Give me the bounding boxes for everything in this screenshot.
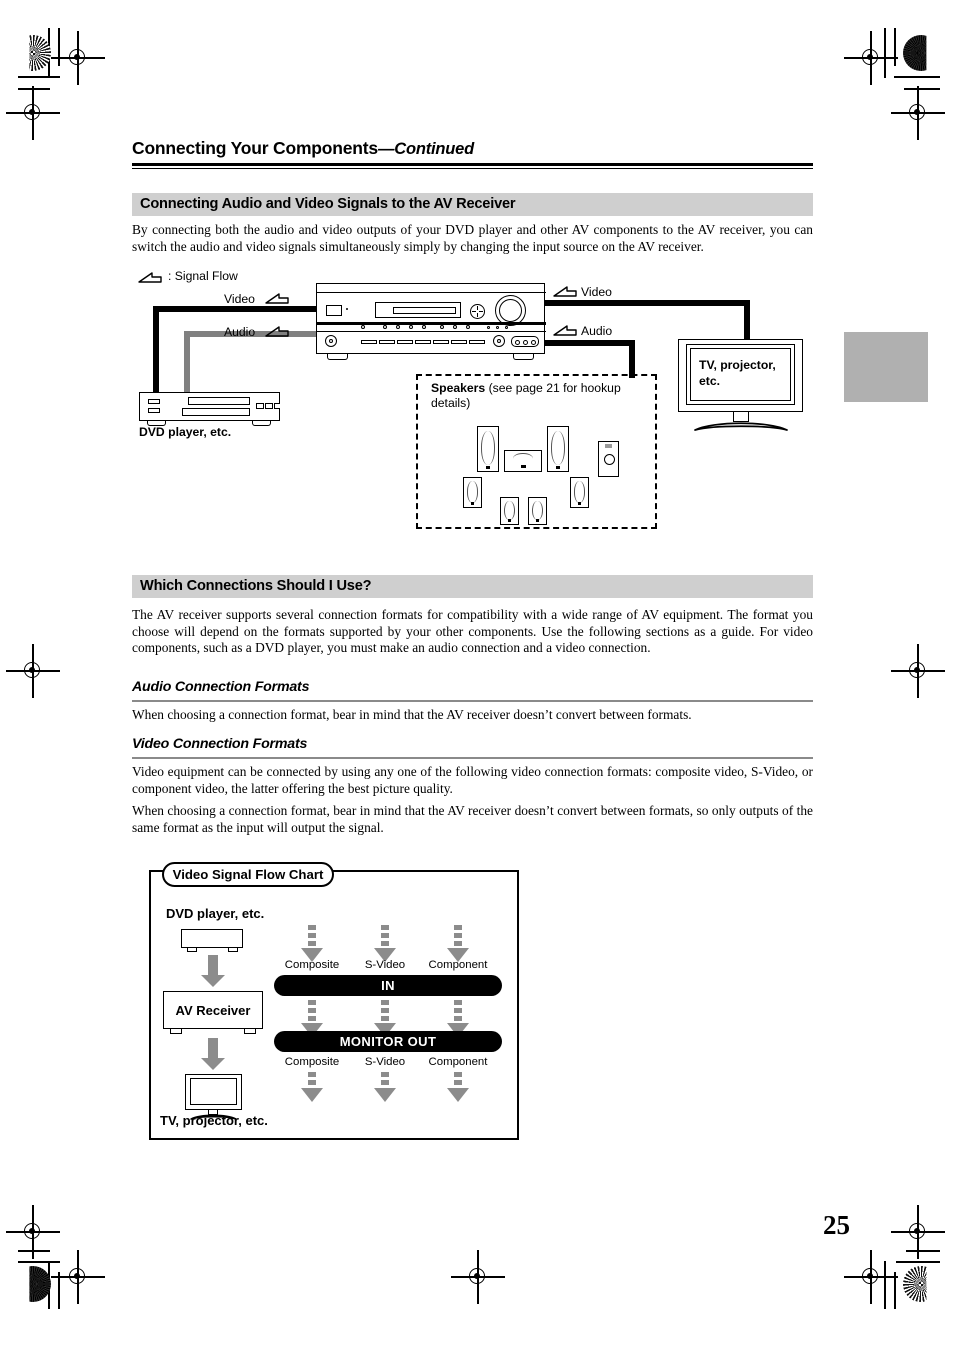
signal-flow-arrow-icon-audio-left — [265, 326, 289, 337]
page-number: 25 — [823, 1210, 850, 1240]
receiver-foot-right — [513, 353, 534, 360]
label-video-right: Video — [581, 285, 612, 299]
format-label-bottom-composite: Composite — [284, 1056, 340, 1068]
subwoofer — [598, 441, 619, 477]
video-cable-right-horizontal — [545, 300, 750, 306]
thumb-index-tab — [844, 332, 928, 402]
page-title-main: Connecting Your Components — [132, 138, 378, 158]
registration-mark-right-middle — [891, 644, 945, 698]
flow-chart-sink-label: TV, projector, etc. — [160, 1113, 268, 1128]
in-bar: IN — [274, 975, 502, 996]
subheading-audio-connection-formats: Audio Connection Formats — [132, 679, 310, 695]
signal-flow-arrow-icon-video-right — [553, 286, 577, 297]
flow-arrow-in-svideo — [374, 925, 396, 962]
tv-stand-base — [694, 422, 788, 431]
format-label-top-component: Component — [428, 959, 488, 971]
flow-chart-receiver-foot-right — [244, 1028, 256, 1034]
flow-chart-source-label: DVD player, etc. — [166, 906, 265, 921]
speaker-surround-left — [463, 477, 482, 508]
speaker-surround-right — [570, 477, 589, 508]
receiver-foot-left — [327, 353, 348, 360]
page-title-continued: —Continued — [377, 140, 475, 158]
audio-connection-text: When choosing a connection format, bear … — [132, 707, 692, 722]
registration-mark-top-right — [844, 31, 898, 85]
audio-cable-right-horizontal — [545, 340, 635, 346]
flow-arrow-dvd-to-receiver — [201, 955, 225, 987]
section-heading-which-connections: Which Connections Should I Use? — [132, 575, 813, 598]
speakers-caption-bold: Speakers — [431, 381, 486, 395]
subheading-video-connection-formats: Video Connection Formats — [132, 736, 308, 752]
label-audio-left: Audio — [224, 325, 256, 339]
flow-arrow-in-composite — [301, 925, 323, 962]
section-heading-connecting-av: Connecting Audio and Video Signals to th… — [132, 193, 813, 216]
audio-cable-right-vertical — [629, 340, 635, 378]
format-label-bottom-svideo: S-Video — [364, 1056, 406, 1068]
label-video-left: Video — [224, 292, 255, 306]
receiver-jack-cluster — [511, 336, 539, 347]
flow-arrow-in-component — [447, 925, 469, 962]
format-label-bottom-component: Component — [428, 1056, 488, 1068]
speaker-surround-back-left — [500, 497, 519, 525]
flow-arrow-final-component — [447, 1072, 469, 1102]
flow-chart-receiver-label: AV Receiver — [175, 1003, 251, 1018]
receiver-display — [375, 302, 461, 318]
page-title: Connecting Your Components—Continued — [132, 138, 822, 159]
signal-flow-arrow-icon-legend — [138, 272, 162, 283]
dvd-player-label: DVD player, etc. — [139, 425, 232, 439]
video-cable-right-vertical — [744, 300, 750, 342]
av-receiver-illustration — [316, 283, 546, 354]
speakers-caption-note: (see page 21 for hookup — [485, 381, 621, 395]
flow-arrow-receiver-to-tv — [201, 1038, 225, 1070]
registration-mark-left-upper — [6, 86, 60, 140]
flow-chart-badge: Video Signal Flow Chart — [162, 862, 334, 887]
which-connections-paragraph: The AV receiver supports several connect… — [132, 607, 813, 655]
registration-mark-right-upper — [891, 86, 945, 140]
tv-label-line2: etc. — [699, 374, 721, 388]
section-av-paragraph: By connecting both the audio and video o… — [132, 222, 813, 254]
receiver-small-knob — [470, 304, 485, 319]
tv-label-line1: TV, projector, — [699, 358, 776, 372]
video-connection-text-2: When choosing a connection format, bear … — [132, 803, 813, 835]
speaker-surround-back-right — [528, 497, 547, 525]
flow-chart-dvd-foot-right — [228, 947, 238, 952]
signal-flow-arrow-icon-audio-right — [553, 325, 577, 336]
registration-mark-bottom-center — [451, 1250, 505, 1304]
registration-mark-bottom-right-upper — [891, 1205, 945, 1259]
receiver-input-jack-right — [493, 335, 505, 347]
title-rule — [132, 163, 813, 170]
speakers-caption: Speakers (see page 21 for hookup details… — [431, 381, 646, 411]
speaker-front-left — [477, 426, 499, 472]
format-label-top-composite: Composite — [284, 959, 340, 971]
tv-illustration — [678, 339, 803, 412]
dvd-player-illustration — [139, 392, 280, 421]
signal-flow-arrow-icon-video-left — [265, 293, 289, 304]
monitor-out-bar: MONITOR OUT — [274, 1031, 502, 1052]
video-connection-text-1: Video equipment can be connected by usin… — [132, 764, 813, 796]
dvd-foot-right — [252, 420, 271, 426]
video-cable-left-horizontal — [153, 306, 318, 312]
receiver-input-jack-left — [325, 335, 337, 347]
registration-mark-left-middle — [6, 644, 60, 698]
flow-chart-tv-illustration — [185, 1074, 242, 1110]
speaker-front-right — [547, 426, 569, 472]
label-audio-right: Audio — [581, 324, 613, 338]
legend-signal-flow-label: : Signal Flow — [168, 269, 238, 283]
video-cable-left-vertical — [153, 306, 159, 399]
flow-chart-dvd-unit — [181, 929, 243, 948]
video-subheading-rule — [132, 757, 813, 759]
registration-mark-bottom-right — [844, 1250, 898, 1304]
format-label-top-svideo: S-Video — [364, 959, 406, 971]
flow-chart-dvd-foot-left — [187, 947, 197, 952]
audio-cable-left-vertical — [184, 331, 190, 399]
speaker-center — [504, 450, 542, 472]
speakers-caption-note2: details) — [431, 396, 471, 410]
audio-subheading-rule — [132, 700, 813, 702]
flow-chart-receiver-foot-left — [170, 1028, 182, 1034]
flow-arrow-final-composite — [301, 1072, 323, 1102]
receiver-power-button — [326, 305, 342, 316]
registration-mark-bottom-left-upper — [6, 1205, 60, 1259]
receiver-volume-knob — [495, 295, 526, 326]
flow-arrow-final-svideo — [374, 1072, 396, 1102]
dvd-tray — [188, 397, 250, 405]
